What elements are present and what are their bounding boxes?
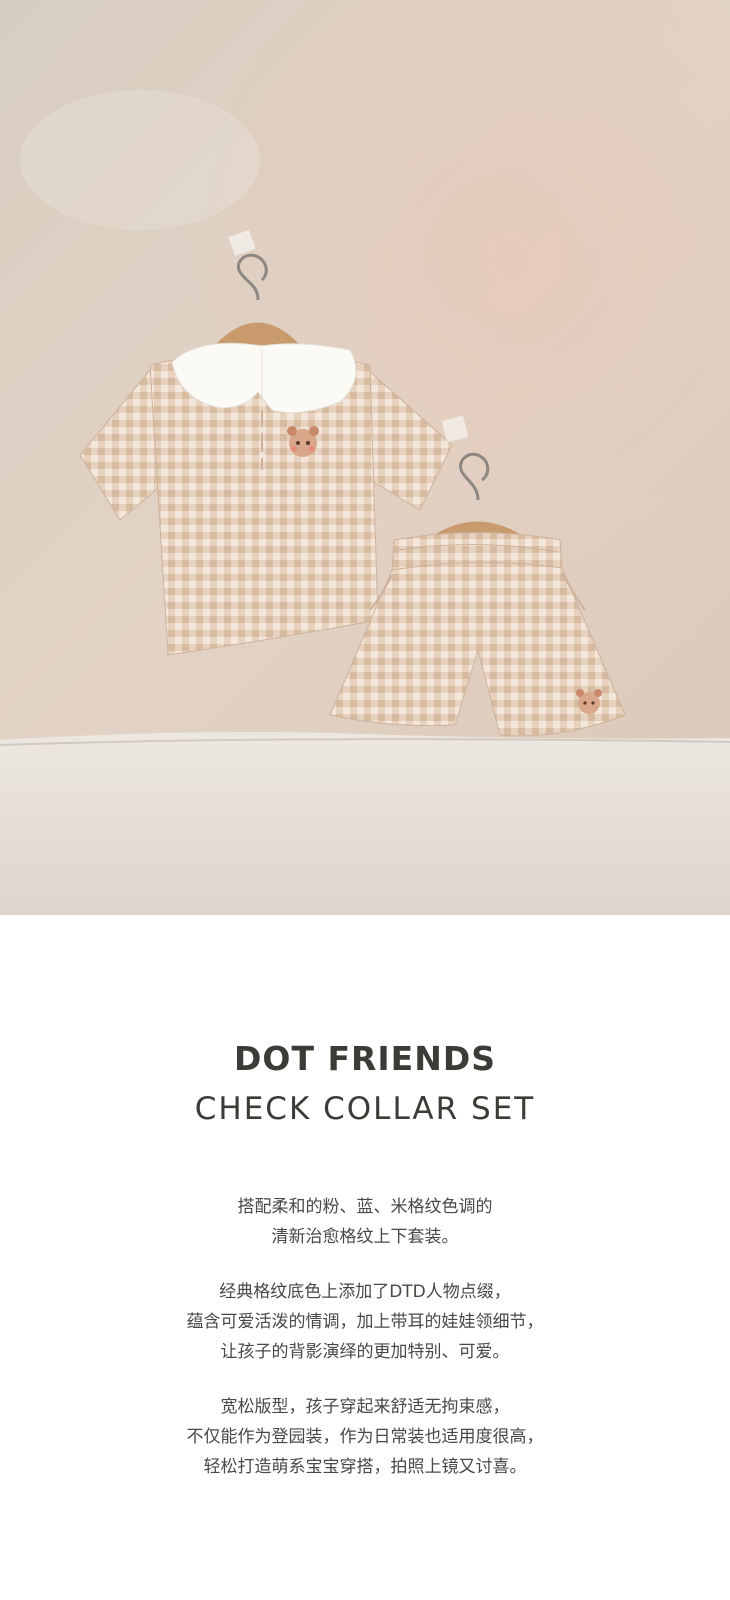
description-line: 轻松打造萌系宝宝穿搭，拍照上镜又讨喜。 — [203, 1457, 527, 1477]
description-line: 让孩子的背影演绎的更加特别、可爱。 — [220, 1342, 510, 1362]
description-line: 搭配柔和的粉、蓝、米格纹色调的 — [237, 1197, 493, 1217]
description-line: 宽松版型，孩子穿起来舒适无拘束感， — [220, 1397, 510, 1417]
description-line: 经典格纹底色上添加了DTD人物点缀， — [219, 1282, 511, 1302]
product-title: DOT FRIENDS — [234, 1039, 496, 1078]
description-line: 清新治愈格纹上下套装。 — [271, 1227, 459, 1247]
description-paragraph-1: 搭配柔和的粉、蓝、米格纹色调的 清新治愈格纹上下套装。 — [0, 1192, 730, 1252]
product-subtitle: CHECK COLLAR SET — [194, 1091, 536, 1127]
description-paragraph-2: 经典格纹底色上添加了DTD人物点缀， 蕴含可爱活泼的情调，加上带耳的娃娃领细节，… — [0, 1277, 730, 1367]
product-description-section: DOT FRIENDS CHECK COLLAR SET 搭配柔和的粉、蓝、米格… — [0, 915, 730, 1600]
description-paragraph-3: 宽松版型，孩子穿起来舒适无拘束感， 不仅能作为登园装，作为日常装也适用度很高， … — [0, 1392, 730, 1482]
description-line: 蕴含可爱活泼的情调，加上带耳的娃娃领细节， — [186, 1312, 544, 1332]
description-line: 不仅能作为登园装，作为日常装也适用度很高， — [186, 1427, 544, 1447]
product-photo — [0, 0, 730, 915]
